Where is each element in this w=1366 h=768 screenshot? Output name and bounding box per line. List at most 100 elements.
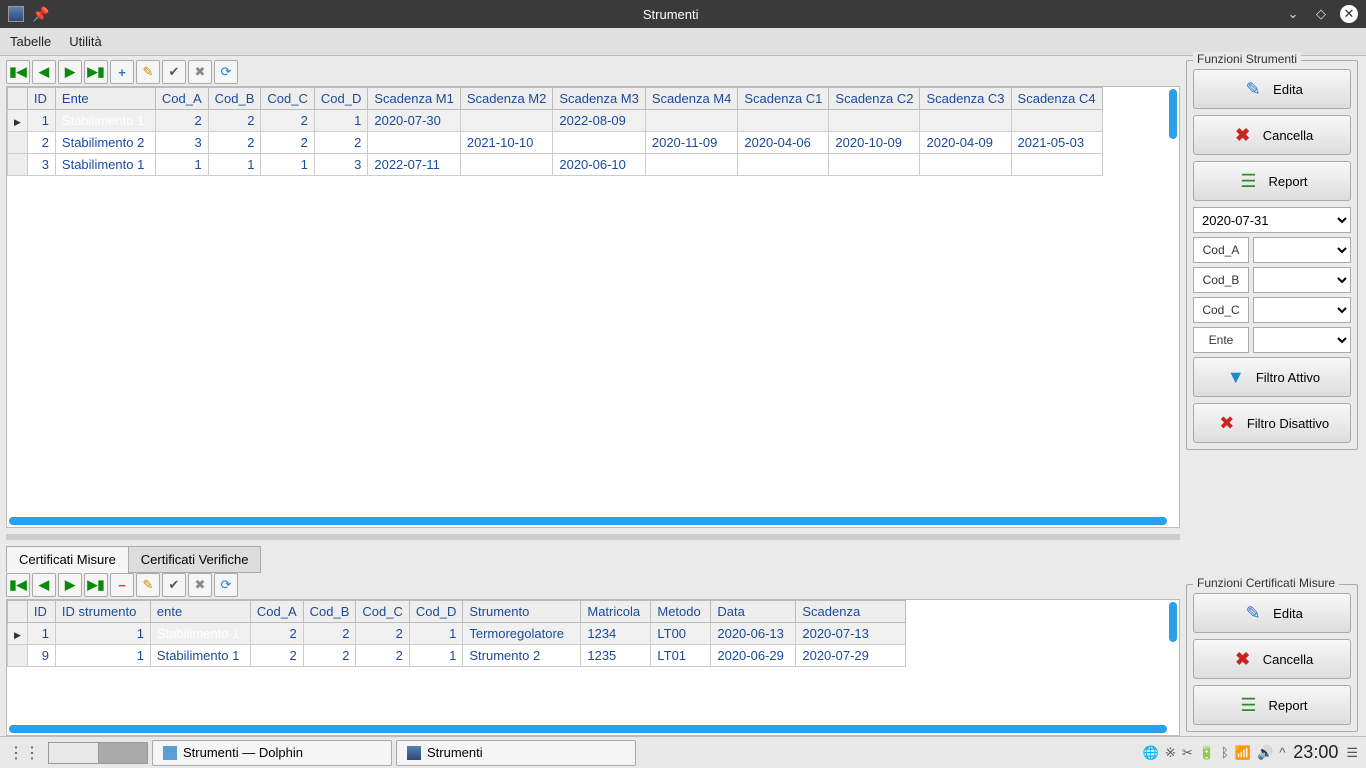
filter-ente-select[interactable] xyxy=(1253,327,1351,353)
nav-first-icon[interactable]: ▮◀ xyxy=(6,60,30,84)
bluetooth-icon[interactable]: ᛒ xyxy=(1221,745,1229,761)
col-idstr[interactable]: ID strumento xyxy=(55,601,150,623)
cert-report-button[interactable]: ☰Report xyxy=(1193,685,1351,725)
taskbar-item-app[interactable]: Strumenti xyxy=(396,740,636,766)
wifi-icon[interactable]: 📶 xyxy=(1235,745,1251,761)
menu-tabelle[interactable]: Tabelle xyxy=(10,34,51,49)
col-id[interactable]: ID xyxy=(27,88,55,110)
minimize-icon[interactable]: ⌄ xyxy=(1284,5,1302,23)
refresh-icon[interactable]: ⟳ xyxy=(214,573,238,597)
edit-icon[interactable]: ✎ xyxy=(136,573,160,597)
cancella-button[interactable]: ✖Cancella xyxy=(1193,115,1351,155)
filter-codb-label: Cod_B xyxy=(1193,267,1249,293)
confirm-icon[interactable]: ✔ xyxy=(162,60,186,84)
chevron-up-icon[interactable]: ^ xyxy=(1279,745,1285,761)
filter-coda-select[interactable] xyxy=(1253,237,1351,263)
col-c3[interactable]: Scadenza C3 xyxy=(920,88,1011,110)
nav-last-icon[interactable]: ▶▮ xyxy=(84,60,108,84)
clock[interactable]: 23:00 xyxy=(1293,742,1338,763)
desktop-pager[interactable] xyxy=(48,742,148,764)
nav-last-icon[interactable]: ▶▮ xyxy=(84,573,108,597)
col-codd[interactable]: Cod_D xyxy=(314,88,367,110)
start-menu-icon[interactable]: ⋮⋮ xyxy=(8,743,40,763)
col-scadenza[interactable]: Scadenza xyxy=(796,601,906,623)
taskbar-item-dolphin[interactable]: Strumenti — Dolphin xyxy=(152,740,392,766)
maximize-icon[interactable]: ◇ xyxy=(1312,5,1330,23)
col-codd[interactable]: Cod_D xyxy=(409,601,462,623)
taskbar: ⋮⋮ Strumenti — Dolphin Strumenti 🌐 ※ ✂ 🔋… xyxy=(0,736,1366,768)
close-icon[interactable]: ✕ xyxy=(1340,5,1358,23)
add-icon[interactable]: + xyxy=(110,60,134,84)
pin-icon[interactable]: 📌 xyxy=(32,6,49,23)
filtro-attivo-button[interactable]: ▼Filtro Attivo xyxy=(1193,357,1351,397)
clipboard-icon[interactable]: ✂ xyxy=(1182,745,1193,761)
col-c1[interactable]: Scadenza C1 xyxy=(738,88,829,110)
refresh-icon[interactable]: ⟳ xyxy=(214,60,238,84)
col-strumento[interactable]: Strumento xyxy=(463,601,581,623)
nav-prev-icon[interactable]: ◀ xyxy=(32,573,56,597)
groupbox-title: Funzioni Certificati Misure xyxy=(1193,576,1339,590)
volume-icon[interactable]: 🔊 xyxy=(1257,745,1273,761)
col-metodo[interactable]: Metodo xyxy=(651,601,711,623)
filter-codb-select[interactable] xyxy=(1253,267,1351,293)
col-coda[interactable]: Cod_A xyxy=(155,88,208,110)
table-row[interactable]: 1 Stabilimento 1 2221 2020-07-302022-08-… xyxy=(8,110,1103,132)
tab-certificati-verifiche[interactable]: Certificati Verifiche xyxy=(128,546,262,573)
confirm-icon[interactable]: ✔ xyxy=(162,573,186,597)
filter-date-select[interactable]: 2020-07-31 xyxy=(1193,207,1351,233)
app-icon xyxy=(8,6,24,22)
filter-codc-label: Cod_C xyxy=(1193,297,1249,323)
main-grid[interactable]: ID Ente Cod_A Cod_B Cod_C Cod_D Scadenza… xyxy=(6,86,1180,528)
col-ente[interactable]: ente xyxy=(150,601,250,623)
filter-codc-select[interactable] xyxy=(1253,297,1351,323)
col-coda[interactable]: Cod_A xyxy=(250,601,303,623)
nav-next-icon[interactable]: ▶ xyxy=(58,60,82,84)
table-row[interactable]: 11 Stabilimento 1 2221 Termoregolatore12… xyxy=(8,623,906,645)
sync-icon[interactable]: ※ xyxy=(1165,745,1176,761)
table-row[interactable]: 91 Stabilimento 1 2221 Strumento 21235LT… xyxy=(8,645,906,667)
cert-cancella-button[interactable]: ✖Cancella xyxy=(1193,639,1351,679)
edit-icon[interactable]: ✎ xyxy=(136,60,160,84)
cancel-icon[interactable]: ✖ xyxy=(188,60,212,84)
globe-icon[interactable]: 🌐 xyxy=(1143,745,1159,761)
nav-first-icon[interactable]: ▮◀ xyxy=(6,573,30,597)
col-codb[interactable]: Cod_B xyxy=(303,601,356,623)
col-codb[interactable]: Cod_B xyxy=(208,88,261,110)
filtro-disattivo-button[interactable]: ✖Filtro Disattivo xyxy=(1193,403,1351,443)
table-row[interactable]: 2Stabilimento 2 3222 2021-10-102020-11-0… xyxy=(8,132,1103,154)
col-m2[interactable]: Scadenza M2 xyxy=(460,88,553,110)
edita-button[interactable]: ✎Edita xyxy=(1193,69,1351,109)
col-c4[interactable]: Scadenza C4 xyxy=(1011,88,1102,110)
horizontal-scrollbar[interactable] xyxy=(9,725,1167,733)
col-codc[interactable]: Cod_C xyxy=(356,601,409,623)
folder-icon xyxy=(163,746,177,760)
show-desktop-icon[interactable]: ☰ xyxy=(1346,745,1358,761)
col-ente[interactable]: Ente xyxy=(55,88,155,110)
col-id[interactable]: ID xyxy=(27,601,55,623)
horizontal-scrollbar[interactable] xyxy=(9,517,1167,525)
vertical-scrollbar[interactable] xyxy=(1169,602,1177,642)
col-data[interactable]: Data xyxy=(711,601,796,623)
cancel-icon[interactable]: ✖ xyxy=(188,573,212,597)
cert-grid[interactable]: ID ID strumento ente Cod_A Cod_B Cod_C C… xyxy=(6,599,1180,736)
remove-icon[interactable]: − xyxy=(110,573,134,597)
col-c2[interactable]: Scadenza C2 xyxy=(829,88,920,110)
col-matricola[interactable]: Matricola xyxy=(581,601,651,623)
splitter[interactable] xyxy=(6,534,1180,540)
system-tray[interactable]: 🌐 ※ ✂ 🔋 ᛒ 📶 🔊 ^ xyxy=(1143,745,1285,761)
menu-utilita[interactable]: Utilità xyxy=(69,34,102,49)
table-row[interactable]: 3Stabilimento 1 1113 2022-07-112020-06-1… xyxy=(8,154,1103,176)
report-button[interactable]: ☰Report xyxy=(1193,161,1351,201)
col-m3[interactable]: Scadenza M3 xyxy=(553,88,646,110)
battery-icon[interactable]: 🔋 xyxy=(1199,745,1215,761)
tab-certificati-misure[interactable]: Certificati Misure xyxy=(6,546,129,573)
nav-prev-icon[interactable]: ◀ xyxy=(32,60,56,84)
col-m1[interactable]: Scadenza M1 xyxy=(368,88,461,110)
vertical-scrollbar[interactable] xyxy=(1169,89,1177,139)
col-m4[interactable]: Scadenza M4 xyxy=(645,88,738,110)
filter-coda-label: Cod_A xyxy=(1193,237,1249,263)
col-codc[interactable]: Cod_C xyxy=(261,88,314,110)
cert-edita-button[interactable]: ✎Edita xyxy=(1193,593,1351,633)
nav-next-icon[interactable]: ▶ xyxy=(58,573,82,597)
pencil-icon: ✎ xyxy=(1241,77,1265,101)
